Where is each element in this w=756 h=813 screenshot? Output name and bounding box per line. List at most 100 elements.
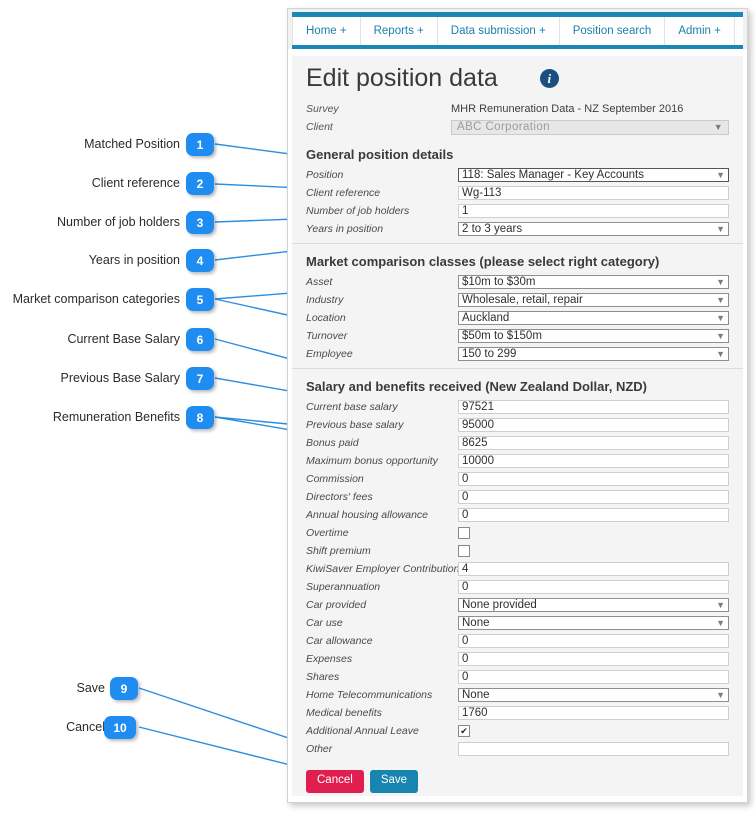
input-car-allowance[interactable]: 0 — [458, 634, 729, 648]
select-employee[interactable]: 150 to 299 ▼ — [458, 347, 729, 361]
survey-meta: Survey MHR Remuneration Data - NZ Septem… — [292, 95, 743, 135]
annotation-badge-6: 6 — [186, 328, 214, 351]
annotation-label-1: Matched Position — [84, 137, 180, 151]
field-label-additional-annual-leave: Additional Annual Leave — [306, 725, 419, 737]
field-control-turnover: $50m to $150m ▼ — [458, 329, 729, 343]
field-control-shares: 0 — [458, 670, 729, 684]
survey-label: Survey — [306, 103, 339, 115]
field-label-shares: Shares — [306, 671, 340, 683]
field-label-superannuation: Superannuation — [306, 581, 381, 593]
save-button[interactable]: Save — [369, 770, 419, 793]
annotation-label-5: Market comparison categories — [12, 292, 180, 306]
input-current-base-salary[interactable]: 97521 — [458, 400, 729, 414]
select-home-telecommunications[interactable]: None ▼ — [458, 688, 729, 702]
field-label-previous-base-salary: Previous base salary — [306, 419, 404, 431]
select-car-provided[interactable]: None provided ▼ — [458, 598, 729, 612]
field-control-commission: 0 — [458, 472, 729, 486]
select-industry[interactable]: Wholesale, retail, repair ▼ — [458, 293, 729, 307]
input-other[interactable] — [458, 742, 729, 756]
field-row-superannuation: Superannuation 0 — [306, 578, 729, 596]
section-title-market: Market comparison classes (please select… — [292, 243, 743, 273]
chevron-down-icon: ▼ — [716, 349, 725, 359]
input-medical-benefits[interactable]: 1760 — [458, 706, 729, 720]
nav-item-position-search[interactable]: Position search — [560, 17, 666, 45]
field-row-location: Location Auckland ▼ — [306, 309, 729, 327]
input-number-of-job-holders[interactable]: 1 — [458, 204, 729, 218]
client-select-value: ABC Corporation — [457, 121, 550, 133]
select-position[interactable]: 118: Sales Manager - Key Accounts ▼ — [458, 168, 729, 182]
form-general-position-details: Position 118: Sales Manager - Key Account… — [292, 166, 743, 238]
select-asset[interactable]: $10m to $30m ▼ — [458, 275, 729, 289]
annotation-badge-1: 1 — [186, 133, 214, 156]
nav-item-reports[interactable]: Reports + — [361, 17, 438, 45]
input-maximum-bonus-opportunity[interactable]: 10000 — [458, 454, 729, 468]
input-kiwisaver-employer-contribution[interactable]: 4 — [458, 562, 729, 576]
info-icon[interactable]: i — [539, 69, 559, 88]
nav-item-home[interactable]: Home + — [292, 17, 361, 45]
input-client-reference[interactable]: Wg-113 — [458, 186, 729, 200]
field-row-shift-premium: Shift premium — [306, 542, 729, 560]
chevron-down-icon: ▼ — [716, 690, 725, 700]
input-annual-housing-allowance[interactable]: 0 — [458, 508, 729, 522]
field-control-industry: Wholesale, retail, repair ▼ — [458, 293, 729, 307]
page-content: Edit position data i Survey MHR Remunera… — [292, 56, 743, 796]
checkbox-additional-annual-leave[interactable]: ✔ — [458, 725, 470, 737]
field-row-employee: Employee 150 to 299 ▼ — [306, 345, 729, 363]
input-bonus-paid[interactable]: 8625 — [458, 436, 729, 450]
chevron-down-icon: ▼ — [713, 122, 723, 132]
nav-item-admin[interactable]: Admin + — [665, 17, 735, 45]
nav-item-data-submission[interactable]: Data submission + — [438, 17, 560, 45]
field-control-directors-fees: 0 — [458, 490, 729, 504]
field-row-expenses: Expenses 0 — [306, 650, 729, 668]
select-car-use[interactable]: None ▼ — [458, 616, 729, 630]
field-row-years-in-position: Years in position 2 to 3 years ▼ — [306, 220, 729, 238]
annotation-label-4: Years in position — [88, 253, 180, 267]
input-superannuation[interactable]: 0 — [458, 580, 729, 594]
field-row-shares: Shares 0 — [306, 668, 729, 686]
field-control-medical-benefits: 1760 — [458, 706, 729, 720]
field-row-asset: Asset $10m to $30m ▼ — [306, 273, 729, 291]
field-label-position: Position — [306, 169, 344, 181]
field-label-directors-fees: Directors' fees — [306, 491, 373, 503]
client-label: Client — [306, 121, 333, 133]
annotation-badge-5: 5 — [186, 288, 214, 311]
field-label-client-reference: Client reference — [306, 187, 381, 199]
field-control-other — [458, 742, 729, 756]
annotation-label-6: Current Base Salary — [67, 332, 180, 346]
nav-menu: Home + Reports + Data submission + Posit… — [292, 17, 743, 49]
field-label-location: Location — [306, 312, 346, 324]
field-row-home-telecommunications: Home Telecommunications None ▼ — [306, 686, 729, 704]
checkbox-overtime[interactable] — [458, 527, 470, 539]
field-label-medical-benefits: Medical benefits — [306, 707, 382, 719]
annotation-label-2: Client reference — [91, 176, 180, 190]
chevron-down-icon: ▼ — [716, 224, 725, 234]
field-control-car-allowance: 0 — [458, 634, 729, 648]
select-years-in-position[interactable]: 2 to 3 years ▼ — [458, 222, 729, 236]
field-label-expenses: Expenses — [306, 653, 353, 665]
field-label-number-of-job-holders: Number of job holders — [306, 205, 410, 217]
field-control-client-reference: Wg-113 — [458, 186, 729, 200]
cancel-button[interactable]: Cancel — [306, 770, 364, 793]
select-turnover[interactable]: $50m to $150m ▼ — [458, 329, 729, 343]
select-location[interactable]: Auckland ▼ — [458, 311, 729, 325]
annotation-label-8: Remuneration Benefits — [52, 410, 180, 424]
input-expenses[interactable]: 0 — [458, 652, 729, 666]
survey-row: Survey MHR Remuneration Data - NZ Septem… — [306, 101, 729, 117]
checkbox-shift-premium[interactable] — [458, 545, 470, 557]
page-header: Edit position data i — [292, 56, 743, 95]
field-row-car-allowance: Car allowance 0 — [306, 632, 729, 650]
select-value-position: 118: Sales Manager - Key Accounts — [462, 169, 644, 181]
field-row-maximum-bonus-opportunity: Maximum bonus opportunity 10000 — [306, 452, 729, 470]
field-control-shift-premium — [458, 545, 729, 557]
input-directors-fees[interactable]: 0 — [458, 490, 729, 504]
field-control-maximum-bonus-opportunity: 10000 — [458, 454, 729, 468]
field-label-turnover: Turnover — [306, 330, 348, 342]
select-value-years-in-position: 2 to 3 years — [462, 223, 523, 235]
field-row-kiwisaver-employer-contribution: KiwiSaver Employer Contribution (%) 4 — [306, 560, 729, 578]
input-previous-base-salary[interactable]: 95000 — [458, 418, 729, 432]
select-value-car-provided: None provided — [462, 599, 537, 611]
field-row-other: Other — [306, 740, 729, 758]
field-label-shift-premium: Shift premium — [306, 545, 371, 557]
input-commission[interactable]: 0 — [458, 472, 729, 486]
input-shares[interactable]: 0 — [458, 670, 729, 684]
